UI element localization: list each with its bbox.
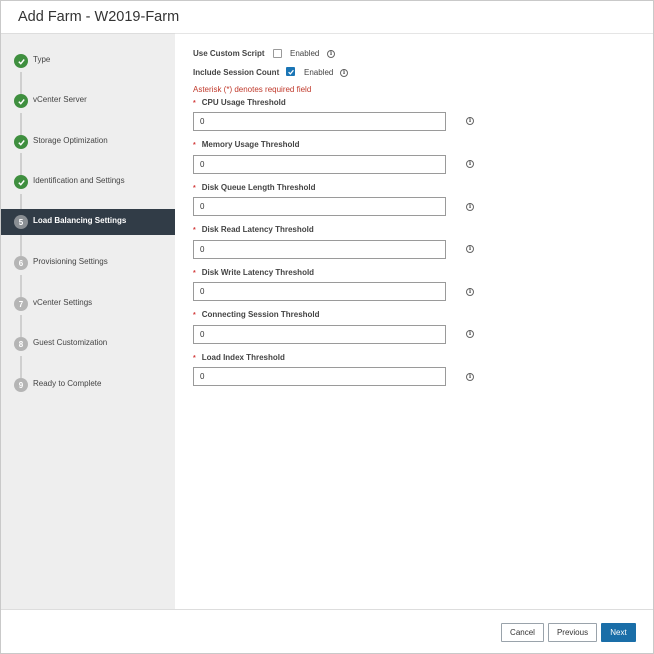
field-label-text: Disk Read Latency Threshold bbox=[201, 225, 314, 234]
step-ready-to-complete[interactable]: 9 Ready to Complete bbox=[1, 372, 175, 398]
memory-usage-threshold-input[interactable] bbox=[193, 155, 446, 174]
info-icon[interactable]: i bbox=[466, 160, 474, 168]
info-icon[interactable]: i bbox=[466, 245, 474, 253]
step-label: vCenter Server bbox=[33, 95, 87, 104]
step-type[interactable]: Type bbox=[1, 48, 175, 74]
step-label: Ready to Complete bbox=[33, 379, 102, 388]
checkmark-icon bbox=[14, 54, 28, 68]
info-icon[interactable]: i bbox=[466, 203, 474, 211]
cpu-usage-threshold-label: * CPU Usage Threshold bbox=[193, 98, 286, 107]
step-vcenter-settings[interactable]: 7 vCenter Settings bbox=[1, 291, 175, 317]
field-label-text: Connecting Session Threshold bbox=[201, 310, 320, 319]
step-label: Load Balancing Settings bbox=[33, 216, 127, 225]
required-asterisk: * bbox=[193, 312, 196, 319]
step-number-badge: 9 bbox=[14, 378, 28, 392]
disk-queue-length-threshold-input[interactable] bbox=[193, 197, 446, 216]
disk-read-latency-threshold-label: * Disk Read Latency Threshold bbox=[193, 225, 314, 234]
disk-write-latency-threshold-input[interactable] bbox=[193, 282, 446, 301]
custom-script-checkbox[interactable] bbox=[273, 49, 282, 58]
required-asterisk: * bbox=[193, 355, 196, 362]
required-asterisk: * bbox=[193, 185, 196, 192]
disk-queue-length-threshold-label: * Disk Queue Length Threshold bbox=[193, 183, 316, 192]
required-asterisk: * bbox=[193, 227, 196, 234]
info-icon[interactable]: i bbox=[340, 69, 348, 77]
required-asterisk: * bbox=[193, 100, 196, 107]
session-count-enabled-label: Enabled bbox=[304, 68, 334, 77]
previous-button[interactable]: Previous bbox=[548, 623, 597, 642]
step-vcenter-server[interactable]: vCenter Server bbox=[1, 88, 175, 114]
step-provisioning-settings[interactable]: 6 Provisioning Settings bbox=[1, 250, 175, 276]
session-count-label: Include Session Count bbox=[193, 68, 280, 77]
required-asterisk: * bbox=[193, 270, 196, 277]
wizard-steps-sidebar: Type vCenter Server Storage Optimization… bbox=[1, 33, 175, 609]
checkmark-icon bbox=[14, 135, 28, 149]
required-asterisk: * bbox=[193, 142, 196, 149]
info-icon[interactable]: i bbox=[466, 373, 474, 381]
step-load-balancing-settings[interactable]: 5 Load Balancing Settings bbox=[1, 209, 175, 235]
session-count-checkbox[interactable] bbox=[286, 67, 295, 76]
add-farm-dialog: Add Farm - W2019-Farm Type vCenter Serve… bbox=[0, 0, 654, 654]
field-label-text: Disk Write Latency Threshold bbox=[201, 268, 315, 277]
dialog-footer: Cancel Previous Next bbox=[1, 609, 653, 653]
info-icon[interactable]: i bbox=[466, 117, 474, 125]
step-label: Identification and Settings bbox=[33, 176, 125, 185]
info-icon[interactable]: i bbox=[466, 288, 474, 296]
connecting-session-threshold-label: * Connecting Session Threshold bbox=[193, 310, 320, 319]
info-icon[interactable]: i bbox=[466, 330, 474, 338]
step-label: vCenter Settings bbox=[33, 298, 93, 307]
field-label-text: CPU Usage Threshold bbox=[201, 98, 286, 107]
custom-script-label: Use Custom Script bbox=[193, 49, 265, 58]
step-label: Guest Customization bbox=[33, 338, 108, 347]
memory-usage-threshold-label: * Memory Usage Threshold bbox=[193, 140, 300, 149]
disk-read-latency-threshold-input[interactable] bbox=[193, 240, 446, 259]
step-number-badge: 7 bbox=[14, 297, 28, 311]
step-number-badge: 6 bbox=[14, 256, 28, 270]
dialog-title: Add Farm - W2019-Farm bbox=[18, 9, 180, 25]
field-label-text: Load Index Threshold bbox=[201, 353, 285, 362]
step-label: Storage Optimization bbox=[33, 136, 108, 145]
step-label: Provisioning Settings bbox=[33, 257, 108, 266]
connecting-session-threshold-input[interactable] bbox=[193, 325, 446, 344]
step-identification-and-settings[interactable]: Identification and Settings bbox=[1, 169, 175, 195]
load-balancing-form: Use Custom Script Enabled i Include Sess… bbox=[175, 33, 653, 609]
required-field-note: Asterisk (*) denotes required field bbox=[193, 85, 312, 94]
load-index-threshold-label: * Load Index Threshold bbox=[193, 353, 285, 362]
checkmark-icon bbox=[14, 94, 28, 108]
custom-script-enabled-label: Enabled bbox=[290, 49, 320, 58]
field-label-text: Disk Queue Length Threshold bbox=[201, 183, 316, 192]
step-label: Type bbox=[33, 55, 51, 64]
info-icon[interactable]: i bbox=[327, 50, 335, 58]
load-index-threshold-input[interactable] bbox=[193, 367, 446, 386]
step-number-badge: 8 bbox=[14, 337, 28, 351]
step-number-badge: 5 bbox=[14, 215, 28, 229]
disk-write-latency-threshold-label: * Disk Write Latency Threshold bbox=[193, 268, 314, 277]
cpu-usage-threshold-input[interactable] bbox=[193, 112, 446, 131]
next-button[interactable]: Next bbox=[601, 623, 636, 642]
checkmark-icon bbox=[14, 175, 28, 189]
field-label-text: Memory Usage Threshold bbox=[201, 140, 300, 149]
step-storage-optimization[interactable]: Storage Optimization bbox=[1, 129, 175, 155]
cancel-button[interactable]: Cancel bbox=[501, 623, 544, 642]
step-guest-customization[interactable]: 8 Guest Customization bbox=[1, 331, 175, 357]
